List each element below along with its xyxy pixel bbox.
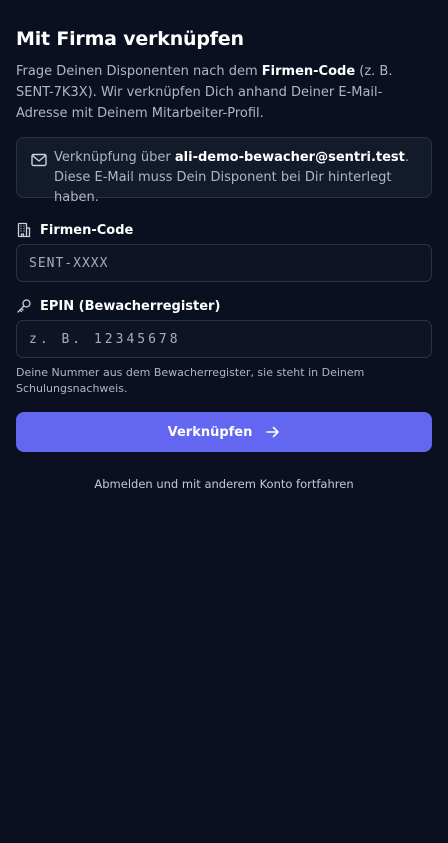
link-button-label: Verknüpfen <box>167 424 253 440</box>
email-notice-text: Verknüpfung über ali-demo-bewacher@sentr… <box>54 148 424 208</box>
email-notice-prefix: Verknüpfung über <box>54 150 175 165</box>
key-icon <box>17 299 31 313</box>
link-company-screen: Mit Firma verknüpfen Frage Deinen Dispon… <box>0 0 448 843</box>
page-title: Mit Firma verknüpfen <box>16 28 244 50</box>
epin-label-text: EPIN (Bewacherregister) <box>40 298 221 314</box>
intro-text: Frage Deinen Disponenten nach dem Firmen… <box>16 61 426 124</box>
arrow-right-icon <box>266 426 280 438</box>
company-code-input[interactable] <box>16 244 432 282</box>
intro-highlight: Firmen-Code <box>261 64 356 79</box>
mail-icon <box>31 152 47 167</box>
epin-label: EPIN (Bewacherregister) <box>16 297 220 315</box>
building-icon <box>17 222 31 238</box>
logout-link[interactable]: Abmelden und mit anderem Konto fortfahre… <box>0 477 448 491</box>
epin-help-text: Deine Nummer aus dem Bewacherregister, s… <box>16 366 365 395</box>
intro-text-part1: Frage Deinen Disponenten nach dem <box>16 64 262 79</box>
epin-input[interactable] <box>16 320 432 358</box>
email-notice: Verknüpfung über ali-demo-bewacher@sentr… <box>16 137 432 205</box>
company-code-label: Firmen-Code <box>16 221 133 239</box>
company-code-label-text: Firmen-Code <box>40 222 134 238</box>
link-button[interactable]: Verknüpfen <box>16 412 432 452</box>
linked-email: ali-demo-bewacher@sentri.test <box>174 150 405 165</box>
